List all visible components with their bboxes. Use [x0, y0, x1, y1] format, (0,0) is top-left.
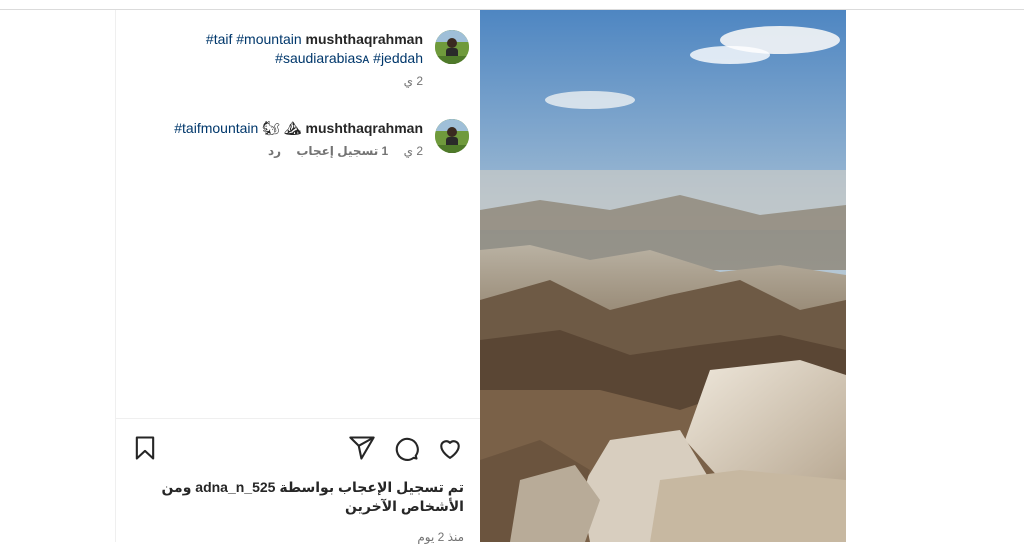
comment-username[interactable]: mushthaqrahman — [306, 120, 423, 136]
post-details-panel: #taif #mountain mushthaqrahman #saudiara… — [115, 10, 481, 544]
hashtags[interactable]: #taif #mountain — [206, 31, 302, 47]
comment-time[interactable]: 2 ي — [404, 74, 423, 88]
comment: #taif #mountain mushthaqrahman #saudiara… — [133, 30, 469, 88]
comment-likes[interactable]: 1 تسجيل إعجاب — [296, 144, 388, 158]
liked-by-user[interactable]: adna_n_525 — [195, 479, 275, 495]
comment-time[interactable]: 2 ي — [404, 144, 423, 158]
liked-by-text[interactable]: تم تسجيل الإعجاب بواسطة adna_n_525 ومن ا… — [144, 478, 464, 516]
bookmark-icon[interactable] — [131, 434, 159, 462]
hashtags[interactable]: #taifmountain — [174, 120, 258, 136]
liked-by-prefix: تم تسجيل الإعجاب بواسطة — [279, 479, 464, 495]
comment-icon[interactable] — [392, 434, 420, 462]
reply-button[interactable]: رد — [268, 144, 281, 158]
action-bar — [116, 430, 481, 470]
avatar[interactable] — [435, 30, 469, 64]
emoji-text: 🐿 ⛰ — [262, 120, 302, 136]
heart-icon[interactable] — [436, 434, 464, 462]
hashtags[interactable]: #saudiarabiaѕᴀ #jeddah — [275, 50, 423, 66]
comment-username[interactable]: mushthaqrahman — [306, 31, 423, 47]
mountain-landscape-image — [480, 10, 846, 542]
divider — [116, 418, 481, 419]
comment: #taifmountain 🐿 ⛰ mushthaqrahman 2 ي 1 ت… — [133, 119, 469, 158]
share-icon[interactable] — [348, 434, 376, 462]
post-media[interactable] — [480, 10, 846, 542]
avatar[interactable] — [435, 119, 469, 153]
